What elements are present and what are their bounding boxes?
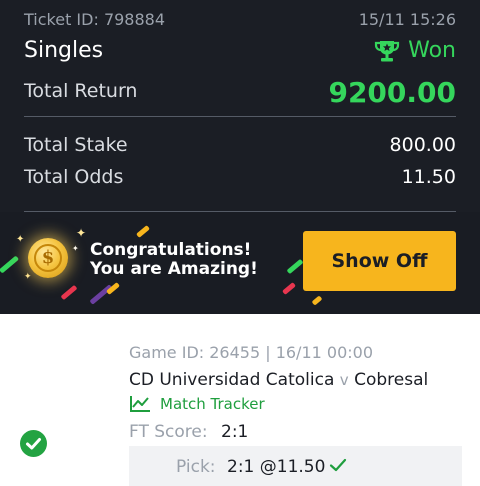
ticket-datetime: 15/11 15:26 [358,10,456,29]
coin-icon: $ [28,238,68,278]
confetti-stripe [286,258,304,275]
sparkle-icon: ✦ [72,244,79,253]
check-circle-icon [20,430,47,457]
match-tracker-link[interactable]: Match Tracker [129,395,265,413]
chart-line-icon [129,395,151,413]
divider [24,116,456,117]
total-stake-label: Total Stake [24,134,128,156]
pick-value: 2:1 @11.50 [227,457,326,477]
congrats-line-1: Congratulations! [90,240,252,260]
bet-type-title: Singles [24,38,104,63]
match-teams: CD Universidad Catolica v Cobresal [129,370,428,390]
pick-row: Pick: 2:1 @11.50 [129,446,462,486]
show-off-button[interactable]: Show Off [303,231,456,291]
sparkle-icon: ✦ [24,272,32,282]
trophy-icon [374,39,400,63]
total-return-value: 9200.00 [328,76,456,109]
confetti-stripe [311,295,323,306]
total-stake-value: 800.00 [389,134,456,156]
home-team: CD Universidad Catolica [129,370,335,390]
total-odds-label: Total Odds [24,166,124,188]
ft-score-label: FT Score: [129,422,208,442]
status-text: Won [408,38,456,63]
congrats-line-2: You are Amazing! [90,259,258,279]
versus-label: v [339,371,349,389]
confetti-stripe [136,225,150,238]
total-odds-value: 11.50 [401,166,456,188]
game-id: Game ID: 26455 | 16/11 00:00 [129,343,373,362]
check-icon [329,457,347,477]
sparkle-icon: ✦ [16,234,25,245]
ft-score-value: 2:1 [221,422,249,442]
coin-symbol: $ [34,244,62,272]
away-team: Cobresal [354,370,429,390]
ft-score: FT Score: 2:1 [129,422,248,442]
ticket-id: Ticket ID: 798884 [24,10,166,29]
confetti-stripe [60,284,78,301]
sparkle-icon: ✦ [76,226,87,240]
status-badge: Won [374,38,456,63]
match-tracker-label: Match Tracker [160,395,265,413]
pick-label: Pick: [176,457,216,477]
total-return-label: Total Return [24,80,138,102]
confetti-stripe [282,282,296,295]
confetti-stripe [0,255,20,274]
